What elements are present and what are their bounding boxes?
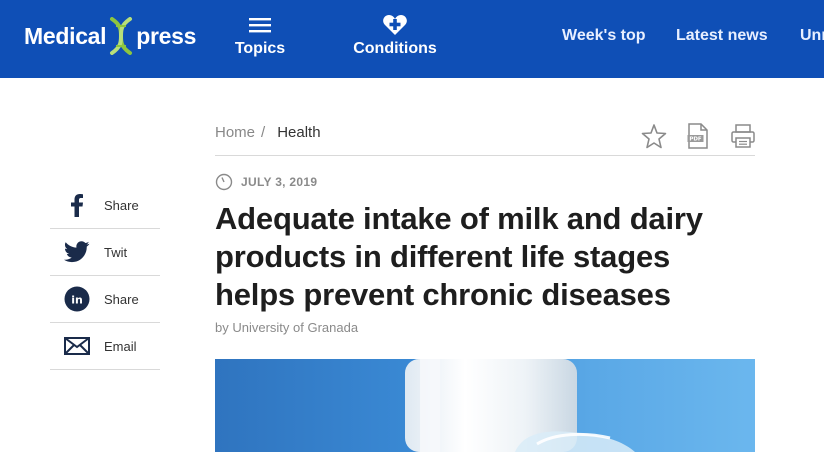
star-icon[interactable] [641,122,667,150]
breadcrumb-health[interactable]: Health [277,124,320,141]
svg-text:in: in [71,294,83,307]
email-icon-wrap [50,337,104,355]
share-twitter[interactable]: Twit [50,229,160,276]
heart-plus-icon [383,15,407,35]
top-navigation-bar: Medical press Topics Conditions Week's t… [0,0,824,78]
nav-topics[interactable]: Topics [230,14,290,58]
nav-conditions[interactable]: Conditions [352,14,438,58]
pdf-icon[interactable]: PDF [687,122,709,150]
breadcrumb-divider [215,155,755,156]
nav-topics-label: Topics [234,40,286,57]
menu-icon [249,18,271,33]
article-date: JULY 3, 2019 [241,175,318,189]
milk-bottle-illustration [405,359,635,452]
facebook-icon-wrap [50,193,104,217]
nav-conditions-label: Conditions [353,40,437,57]
share-twitter-label: Twit [104,244,128,260]
breadcrumb: Home / Health [215,124,321,141]
twitter-icon [64,241,90,263]
print-icon[interactable] [730,122,756,150]
article-title: Adequate intake of milk and dairy produc… [215,201,703,312]
share-email-label: Email [104,338,137,354]
nav-unread[interactable]: Unr [800,27,824,45]
twitter-icon-wrap [50,241,104,263]
svg-text:PDF: PDF [689,137,702,143]
logo-text-press: press [136,22,197,49]
share-sidebar: Share Twit in Share Email [50,182,160,370]
site-logo[interactable]: Medical press [24,17,197,55]
dna-x-icon [110,17,133,55]
breadcrumb-home[interactable]: Home [215,124,255,141]
share-linkedin[interactable]: in Share [50,276,160,323]
article-hero-image [215,359,755,452]
facebook-icon [71,194,83,217]
article-byline: by University of Granada [215,320,359,335]
linkedin-icon: in [64,286,90,312]
article-date-row: JULY 3, 2019 [215,173,317,191]
linkedin-icon-wrap: in [50,286,104,312]
logo-text-medical: Medical [24,22,107,49]
nav-weeks-top[interactable]: Week's top [562,27,646,45]
share-linkedin-label: Share [104,291,139,307]
share-email[interactable]: Email [50,323,160,370]
breadcrumb-separator: / [261,124,266,141]
clock-icon [215,173,233,191]
share-facebook[interactable]: Share [50,182,160,229]
nav-latest-news[interactable]: Latest news [676,27,768,45]
email-icon [64,337,90,355]
share-facebook-label: Share [104,197,139,213]
